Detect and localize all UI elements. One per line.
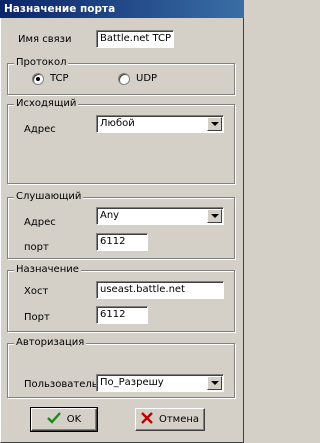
- name-field[interactable]: Battle.net TCP: [96, 30, 174, 48]
- outgoing-address-label: Адрес: [24, 124, 56, 135]
- ok-button[interactable]: OK: [30, 407, 98, 432]
- window-title: Назначение порта: [0, 0, 244, 18]
- destination-port-field[interactable]: 6112: [96, 306, 148, 324]
- udp-radio[interactable]: [118, 73, 130, 85]
- listening-address-label: Адрес: [24, 217, 56, 228]
- cancel-label: Отмена: [158, 414, 200, 425]
- tcp-radio[interactable]: [32, 73, 44, 85]
- name-label: Имя связи: [18, 34, 72, 45]
- destination-port-label: Порт: [24, 312, 50, 323]
- listening-port-label: порт: [24, 242, 49, 253]
- cancel-button[interactable]: Отмена: [135, 408, 205, 431]
- protocol-group-title: Протокол: [14, 57, 69, 69]
- destination-group-title: Назначение: [14, 264, 81, 276]
- user-label: Пользователь: [24, 379, 98, 390]
- host-label: Хост: [24, 286, 49, 297]
- listening-address-select[interactable]: Any: [96, 207, 224, 225]
- check-icon: [46, 412, 61, 427]
- outgoing-group-title: Исходящий: [14, 98, 79, 110]
- outgoing-address-select[interactable]: Любой: [96, 115, 224, 133]
- user-value: По_Разрешу: [100, 377, 164, 388]
- outgoing-address-value: Любой: [100, 118, 135, 129]
- protocol-group: Протокол TCP UDP: [7, 57, 235, 95]
- chevron-down-icon[interactable]: [207, 209, 222, 223]
- chevron-down-icon[interactable]: [207, 376, 222, 390]
- udp-label: UDP: [136, 73, 158, 84]
- ok-label: OK: [66, 414, 82, 425]
- listening-address-value: Any: [100, 210, 120, 221]
- tcp-label: TCP: [50, 73, 69, 84]
- authorization-group-title: Авторизация: [14, 337, 87, 349]
- listening-port-field[interactable]: 6112: [96, 233, 148, 251]
- listening-group-title: Слушающий: [14, 191, 84, 203]
- host-field[interactable]: useast.battle.net: [96, 281, 224, 299]
- chevron-down-icon[interactable]: [207, 117, 222, 131]
- x-icon: [141, 412, 153, 427]
- user-select[interactable]: По_Разрешу: [96, 374, 224, 392]
